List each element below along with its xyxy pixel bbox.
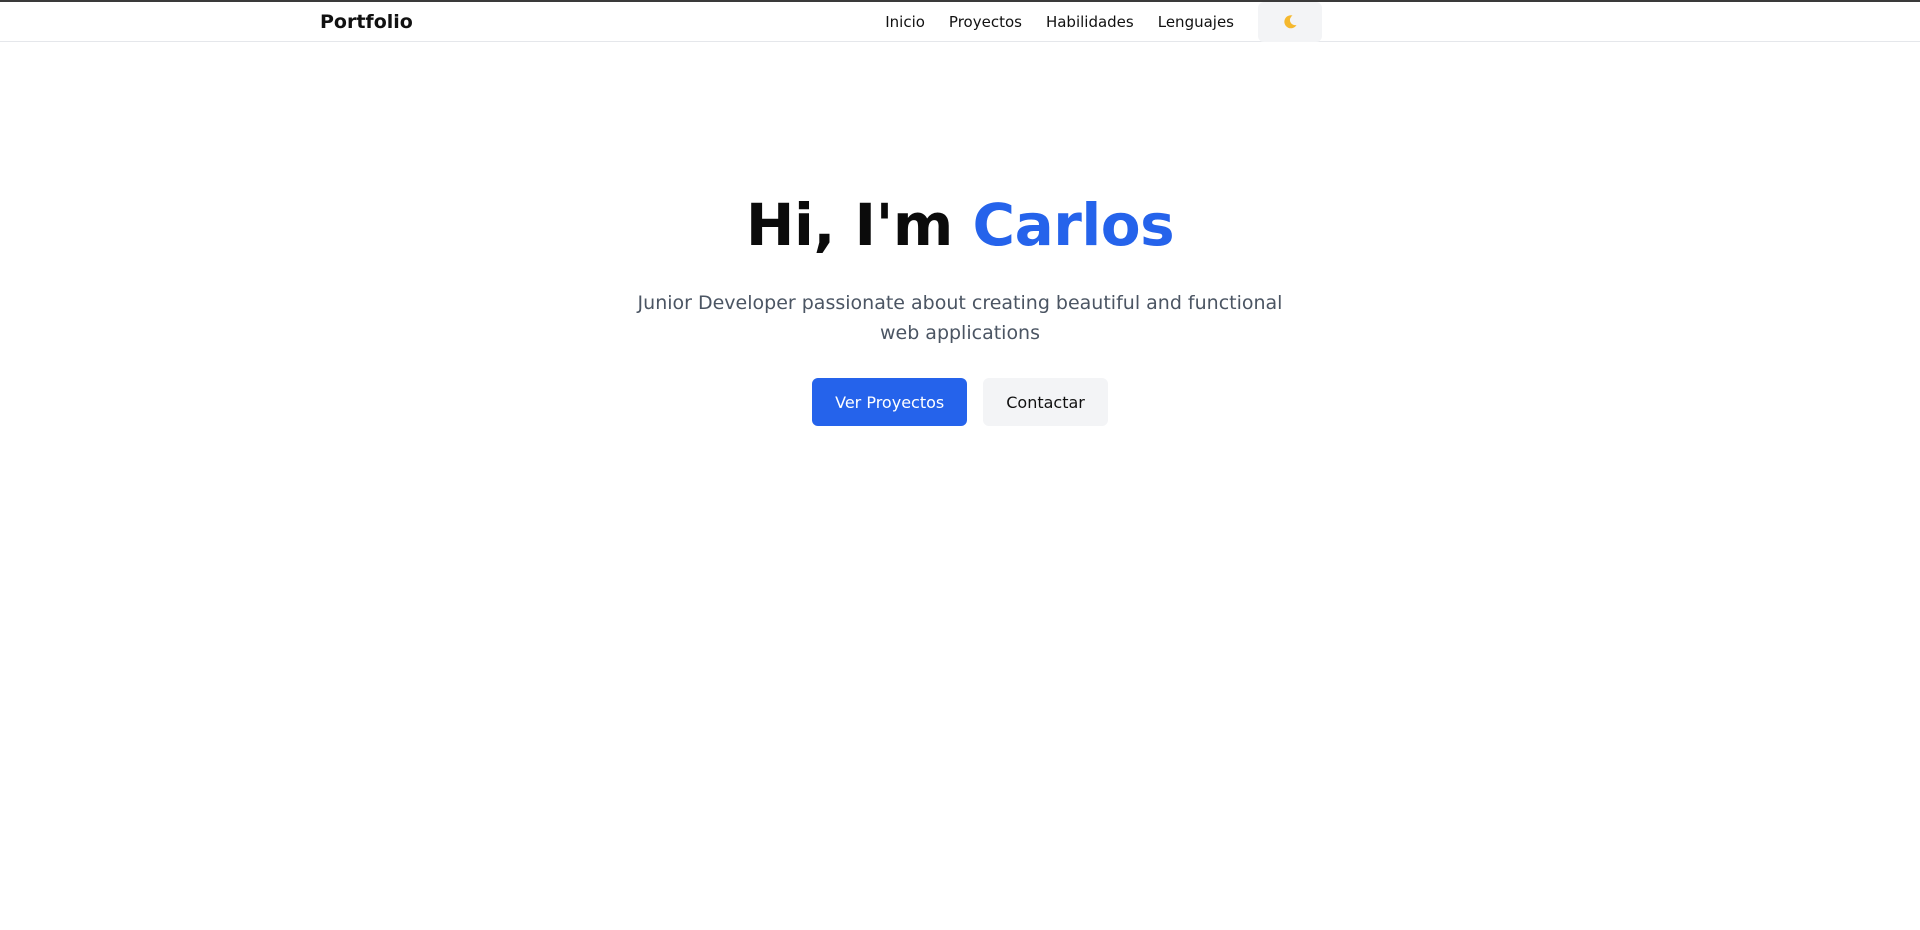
nav-link-habilidades[interactable]: Habilidades [1046,13,1134,31]
moon-icon [1284,15,1297,29]
hero-section: Hi, I'm Carlos Junior Developer passiona… [0,190,1920,426]
nav-links: Inicio Proyectos Habilidades Lenguajes [885,2,1322,42]
view-projects-button[interactable]: Ver Proyectos [812,378,968,426]
hero-title-name: Carlos [972,191,1175,259]
theme-toggle-button[interactable] [1258,2,1322,42]
contact-button[interactable]: Contactar [983,378,1108,426]
navbar: Portfolio Inicio Proyectos Habilidades L… [0,2,1920,42]
hero-title-prefix: Hi, I'm [745,191,973,259]
hero-actions: Ver Proyectos Contactar [0,378,1920,426]
hero-title: Hi, I'm Carlos [0,190,1920,260]
hero-subtitle: Junior Developer passionate about creati… [637,292,1283,344]
brand-logo[interactable]: Portfolio [320,11,413,33]
nav-link-inicio[interactable]: Inicio [885,13,925,31]
nav-link-lenguajes[interactable]: Lenguajes [1158,13,1234,31]
nav-link-proyectos[interactable]: Proyectos [949,13,1022,31]
